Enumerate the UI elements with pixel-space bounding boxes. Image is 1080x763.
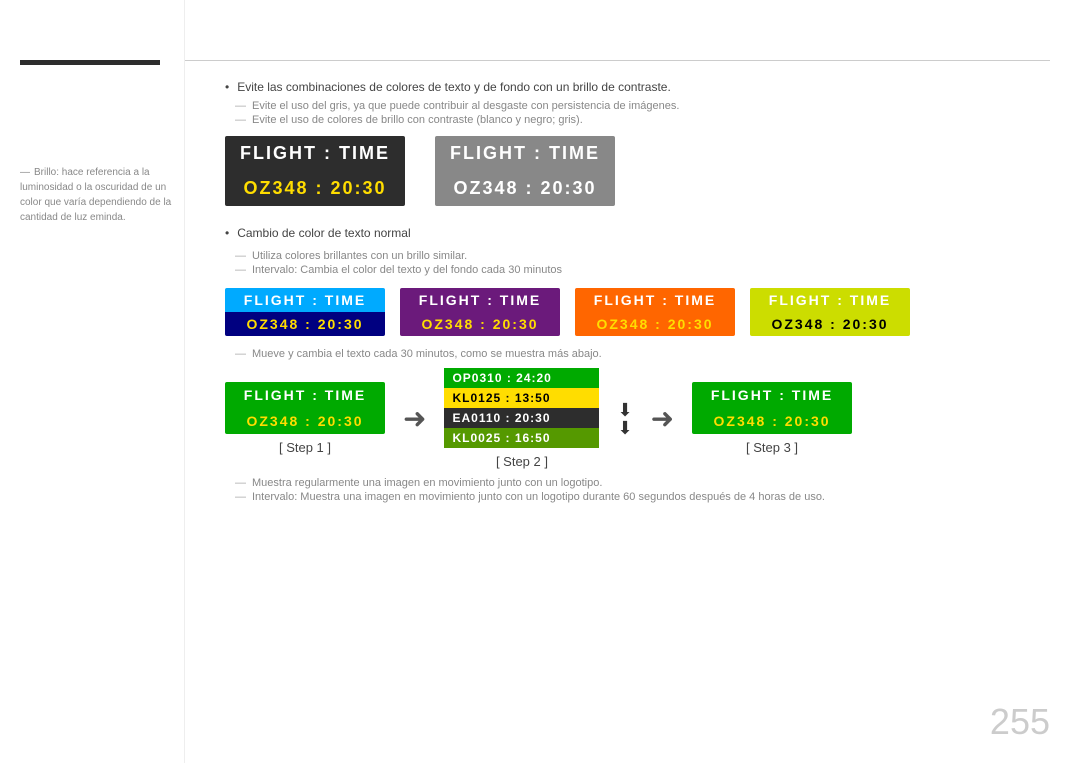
step2-panel: OP0310 : 24:20 KL0125 : 13:50 EA0110 : 2… (444, 368, 599, 448)
panel-orange-bottom: OZ348 : 20:30 (575, 312, 735, 336)
panel-dark-top: FLIGHT : TIME (225, 136, 405, 171)
top-rule (185, 60, 1050, 61)
sidebar: Brillo: hace referencia a la luminosidad… (0, 0, 185, 763)
page-number: 255 (990, 701, 1050, 743)
panel-orange: FLIGHT : TIME OZ348 : 20:30 (575, 288, 735, 336)
step1-top: FLIGHT : TIME (225, 382, 385, 408)
step2-row-1: OP0310 : 24:20 (444, 368, 599, 388)
panel-dark: FLIGHT : TIME OZ348 : 20:30 (225, 136, 405, 206)
footer-dashes: Muestra regularmente una imagen en movim… (235, 477, 1050, 503)
footer-dash-1: Muestra regularmente una imagen en movim… (235, 477, 1050, 489)
bullet-1: Evite las combinaciones de colores de te… (225, 80, 1050, 94)
step3-bottom: OZ348 : 20:30 (692, 408, 852, 434)
section2-bullet: Cambio de color de texto normal (225, 226, 1050, 240)
panel-purple-top: FLIGHT : TIME (400, 288, 560, 312)
panel-dark-bottom: OZ348 : 20:30 (225, 171, 405, 206)
panel-yellowgreen: FLIGHT : TIME OZ348 : 20:30 (750, 288, 910, 336)
arrow-down-2: ⬇ (617, 419, 632, 437)
panel-orange-top: FLIGHT : TIME (575, 288, 735, 312)
step1-item: FLIGHT : TIME OZ348 : 20:30 [ Step 1 ] (225, 382, 385, 455)
footer-dash-2: Intervalo: Muestra una imagen en movimie… (235, 491, 1050, 503)
panel-purple: FLIGHT : TIME OZ348 : 20:30 (400, 288, 560, 336)
panel-purple-bottom: OZ348 : 20:30 (400, 312, 560, 336)
sidebar-top-bar (20, 60, 160, 65)
panel-yg-bottom: OZ348 : 20:30 (750, 312, 910, 336)
step2-row-2: KL0125 : 13:50 (444, 388, 599, 408)
step1-bottom: OZ348 : 20:30 (225, 408, 385, 434)
section2-dashes: Utiliza colores brillantes con un brillo… (235, 250, 1050, 276)
dash-2: Evite el uso de colores de brillo con co… (235, 114, 1050, 126)
panel-cyan: FLIGHT : TIME OZ348 : 20:30 (225, 288, 385, 336)
step2-item: OP0310 : 24:20 KL0125 : 13:50 EA0110 : 2… (444, 368, 599, 469)
step2-row-4: KL0025 : 16:50 (444, 428, 599, 448)
step3-panel: FLIGHT : TIME OZ348 : 20:30 (692, 382, 852, 434)
arrow-down-1: ⬇ (617, 401, 632, 419)
main-content: Evite las combinaciones de colores de te… (185, 0, 1080, 763)
panel-yg-top: FLIGHT : TIME (750, 288, 910, 312)
step3-label: [ Step 3 ] (746, 440, 798, 455)
dash-1: Evite el uso del gris, ya que puede cont… (235, 100, 1050, 112)
panel-cyan-top: FLIGHT : TIME (225, 288, 385, 312)
header-bullets: Evite las combinaciones de colores de te… (225, 80, 1050, 94)
header-dashes: Evite el uso del gris, ya que puede cont… (235, 100, 1050, 126)
steps-section: Mueve y cambia el texto cada 30 minutos,… (225, 348, 1050, 503)
section2-dash-1: Utiliza colores brillantes con un brillo… (235, 250, 1050, 262)
panel-gray-bottom: OZ348 : 20:30 (435, 171, 615, 206)
section2-bullets: Cambio de color de texto normal (225, 226, 1050, 240)
content-area: Evite las combinaciones de colores de te… (225, 80, 1050, 509)
section2-dash-2: Intervalo: Cambia el color del texto y d… (235, 264, 1050, 276)
panels-row2: FLIGHT : TIME OZ348 : 20:30 FLIGHT : TIM… (225, 288, 1050, 336)
steps-dash: Mueve y cambia el texto cada 30 minutos,… (235, 348, 1050, 360)
step2-label: [ Step 2 ] (496, 454, 548, 469)
step3-item: FLIGHT : TIME OZ348 : 20:30 [ Step 3 ] (692, 382, 852, 455)
step3-top: FLIGHT : TIME (692, 382, 852, 408)
steps-row: FLIGHT : TIME OZ348 : 20:30 [ Step 1 ] ➜… (225, 368, 1050, 469)
arrows-down: ⬇ ⬇ (617, 401, 632, 437)
step1-panel: FLIGHT : TIME OZ348 : 20:30 (225, 382, 385, 434)
panels-row1: FLIGHT : TIME OZ348 : 20:30 FLIGHT : TIM… (225, 136, 1050, 206)
arrow-right-2: ➜ (651, 402, 674, 435)
sidebar-note: Brillo: hace referencia a la luminosidad… (20, 165, 174, 225)
panel-gray-top: FLIGHT : TIME (435, 136, 615, 171)
step1-label: [ Step 1 ] (279, 440, 331, 455)
step2-row-3: EA0110 : 20:30 (444, 408, 599, 428)
arrow-right-1: ➜ (403, 402, 426, 435)
panel-cyan-bottom: OZ348 : 20:30 (225, 312, 385, 336)
panel-gray: FLIGHT : TIME OZ348 : 20:30 (435, 136, 615, 206)
